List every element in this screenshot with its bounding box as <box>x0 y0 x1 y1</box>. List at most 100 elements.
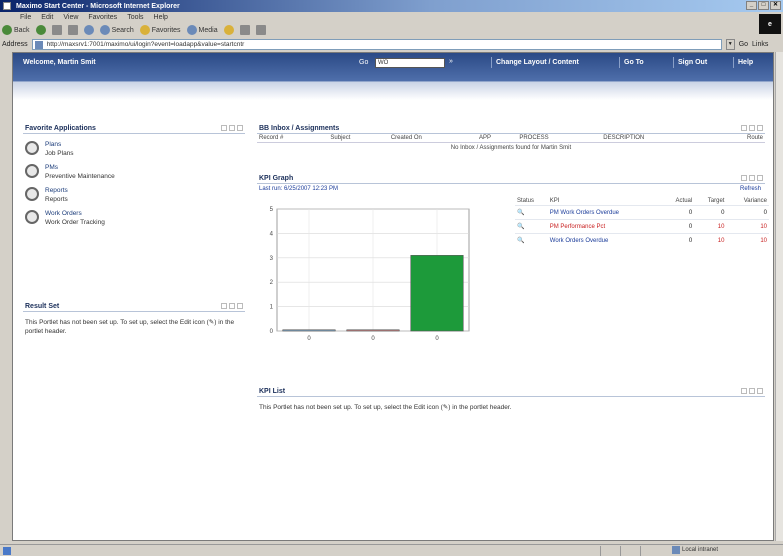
minimize-icon[interactable] <box>749 388 755 394</box>
welcome-text: Welcome, Martin Smit <box>23 59 96 66</box>
menu-favorites[interactable]: Favorites <box>88 14 117 21</box>
edit-icon[interactable] <box>741 175 747 181</box>
kpi-status-icon[interactable]: 🔍 <box>515 205 548 220</box>
minimize-button[interactable]: _ <box>746 1 757 10</box>
close-button[interactable]: ✕ <box>770 1 781 10</box>
window-title-bar: Maximo Start Center - Microsoft Internet… <box>0 0 783 12</box>
ie-page-icon <box>3 2 11 10</box>
close-icon[interactable] <box>757 125 763 131</box>
wrench-icon <box>25 164 39 178</box>
y-tick-label: 3 <box>270 256 274 262</box>
portlet-title: KPI Graph <box>259 174 294 182</box>
address-bar: Address http://maxsrv1:7001/maximo/ui/lo… <box>0 37 783 51</box>
favorite-item-pms[interactable]: PMs Preventive Maintenance <box>25 164 245 180</box>
kpi-status-icon[interactable]: 🔍 <box>515 233 548 247</box>
column-header[interactable]: Subject <box>328 134 389 143</box>
close-icon[interactable] <box>237 303 243 309</box>
print-icon[interactable] <box>255 25 266 35</box>
bar <box>410 255 464 332</box>
vertical-scrollbar[interactable] <box>775 52 783 541</box>
sign-out-link[interactable]: Sign Out <box>673 57 711 68</box>
refresh-icon[interactable] <box>67 25 78 35</box>
status-divider <box>620 546 621 556</box>
y-tick-label: 5 <box>270 207 274 213</box>
maximo-start-center: Welcome, Martin Smit Go WO » Change Layo… <box>12 52 774 541</box>
y-tick-label: 4 <box>270 231 274 237</box>
inbox-assignments-portlet: BB Inbox / Assignments Record # Subject … <box>257 123 765 163</box>
search-icon <box>99 25 110 35</box>
menu-view[interactable]: View <box>63 14 78 21</box>
minimize-icon[interactable] <box>229 303 235 309</box>
menu-tools[interactable]: Tools <box>127 14 143 21</box>
report-icon <box>25 187 39 201</box>
minimize-icon[interactable] <box>749 125 755 131</box>
page-done-icon <box>3 546 11 555</box>
kpi-link[interactable]: PM Work Orders Overdue <box>550 210 619 216</box>
goto-input[interactable]: WO <box>375 58 445 68</box>
close-icon[interactable] <box>237 125 243 131</box>
favorite-item-reports[interactable]: Reports Reports <box>25 187 245 203</box>
column-header: Target <box>707 198 725 204</box>
window-title: Maximo Start Center - Microsoft Internet… <box>16 2 180 10</box>
favorite-item-work-orders[interactable]: Work Orders Work Order Tracking <box>25 210 245 226</box>
stop-icon[interactable] <box>51 25 62 35</box>
refresh-link[interactable]: Refresh <box>740 186 761 192</box>
minimize-icon[interactable] <box>749 175 755 181</box>
close-icon[interactable] <box>757 175 763 181</box>
kpi-link[interactable]: Work Orders Overdue <box>550 238 609 244</box>
search-button[interactable]: Search <box>99 25 134 35</box>
maximize-button[interactable]: □ <box>758 1 769 10</box>
edit-icon[interactable] <box>221 303 227 309</box>
status-divider <box>600 546 601 556</box>
column-header[interactable]: Record # <box>257 134 329 143</box>
menu-file[interactable]: File <box>20 14 31 21</box>
bar <box>346 329 400 332</box>
kpi-table: Status KPI Actual Target Variance 🔍 PM W… <box>515 197 769 247</box>
menu-help[interactable]: Help <box>154 14 168 21</box>
result-set-portlet: Result Set This Portlet has not been set… <box>23 301 245 361</box>
go-button[interactable]: Go <box>739 41 748 48</box>
edit-icon[interactable] <box>221 125 227 131</box>
menu-edit[interactable]: Edit <box>41 14 53 21</box>
mail-icon[interactable] <box>239 25 250 35</box>
home-icon[interactable] <box>83 25 94 35</box>
kpi-link[interactable]: PM Performance Pct <box>550 224 605 230</box>
history-icon[interactable] <box>223 25 234 35</box>
address-dropdown-button[interactable]: ▼ <box>725 38 735 50</box>
links-button[interactable]: Links <box>752 41 768 48</box>
y-tick-label: 0 <box>270 329 274 335</box>
x-tick-label: 0 <box>307 336 311 342</box>
column-header[interactable]: PROCESS <box>517 134 602 143</box>
portlet-header: BB Inbox / Assignments <box>257 123 765 134</box>
column-header[interactable]: APP <box>477 134 518 143</box>
column-header[interactable]: Route <box>714 134 765 143</box>
forward-arrow-icon[interactable] <box>35 25 46 35</box>
table-row: 🔍 PM Work Orders Overdue 0 0 0 <box>515 205 769 220</box>
portlet-title: Favorite Applications <box>25 124 96 132</box>
back-button[interactable]: Back <box>2 25 30 35</box>
portlet-header: KPI List <box>257 386 765 397</box>
kpi-status-icon[interactable]: 🔍 <box>515 219 548 234</box>
goto-link[interactable]: Go To <box>619 57 648 68</box>
column-header[interactable]: Created On <box>388 134 478 143</box>
column-header[interactable]: DESCRIPTION <box>601 134 715 143</box>
goto-arrow-icon[interactable]: » <box>449 58 459 68</box>
page-icon <box>34 40 43 49</box>
kpi-list-message: This Portlet has not been set up. To set… <box>259 404 512 411</box>
table-row: 🔍 PM Performance Pct 0 10 10 <box>515 219 769 234</box>
edit-icon[interactable] <box>741 388 747 394</box>
address-input[interactable]: http://maxsrv1:7001/maximo/ui/login?even… <box>31 38 722 50</box>
portlet-title: KPI List <box>259 387 286 395</box>
media-button[interactable]: Media <box>186 25 218 35</box>
favorites-button[interactable]: Favorites <box>139 25 181 35</box>
edit-icon[interactable] <box>741 125 747 131</box>
close-icon[interactable] <box>757 388 763 394</box>
status-divider <box>640 546 641 556</box>
favorite-item-plans[interactable]: Plans Job Plans <box>25 141 245 157</box>
change-layout-link[interactable]: Change Layout / Content <box>491 57 583 68</box>
column-header: KPI <box>549 198 560 204</box>
help-link[interactable]: Help <box>733 57 757 68</box>
minimize-icon[interactable] <box>229 125 235 131</box>
intranet-icon <box>672 546 680 554</box>
security-zone: Local intranet <box>672 546 718 554</box>
